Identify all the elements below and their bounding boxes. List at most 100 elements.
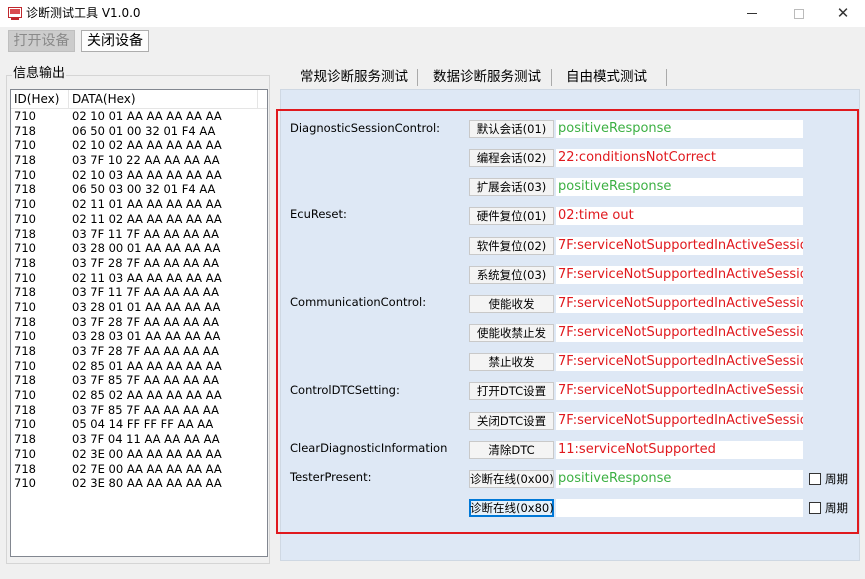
message-log-table[interactable]: ID(Hex) DATA(Hex) 710 02 10 01 AA AA AA A… [10,89,268,557]
table-row[interactable]: 710 02 85 02 AA AA AA AA AA [11,388,267,403]
periodic-checkbox-0x80[interactable] [809,502,821,514]
cell-id: 718 [14,373,36,388]
table-row[interactable]: 718 03 7F 28 7F AA AA AA AA [11,256,267,271]
cell-data: 02 3E 80 AA AA AA AA AA [72,476,222,491]
table-row[interactable]: 718 03 7F 10 22 AA AA AA AA [11,153,267,168]
cell-id: 710 [14,241,36,256]
cell-data: 03 7F 11 7F AA AA AA AA [72,226,219,241]
table-row[interactable]: 718 03 7F 11 7F AA AA AA AA [11,285,267,300]
tab-data-diagnostic[interactable]: 数据诊断服务测试 [433,67,541,87]
table-row[interactable]: 710 02 10 02 AA AA AA AA AA [11,138,267,153]
service-button[interactable]: 硬件复位(01) [469,207,554,225]
service-button[interactable]: 编程会话(02) [469,149,554,167]
service-button[interactable]: 打开DTC设置 [469,382,554,400]
cell-data: 03 7F 28 7F AA AA AA AA [72,255,219,270]
service-button[interactable]: 诊断在线(0x00) [469,470,554,488]
column-header-id[interactable]: ID(Hex) [14,91,59,107]
table-row[interactable]: 710 03 28 03 01 AA AA AA AA [11,329,267,344]
cell-id: 710 [14,329,36,344]
service-response-field: positiveResponse [556,120,803,138]
tab-general-diagnostic[interactable]: 常规诊断服务测试 [300,67,408,87]
service-button[interactable]: 系统复位(03) [469,266,554,284]
cell-id: 718 [14,226,36,241]
maximize-button[interactable] [777,0,821,27]
cell-data: 06 50 01 00 32 01 F4 AA [72,123,216,138]
service-button[interactable]: 禁止收发 [469,353,554,371]
close-device-button[interactable]: 关闭设备 [81,30,149,52]
service-button[interactable]: 清除DTC [469,441,554,459]
cell-data: 03 7F 28 7F AA AA AA AA [72,344,219,358]
cell-id: 710 [14,417,36,432]
table-row[interactable]: 718 03 7F 85 7F AA AA AA AA [11,403,267,418]
service-response-field [556,499,803,517]
service-button[interactable]: 软件复位(02) [469,237,554,255]
cell-id: 710 [14,446,36,461]
app-icon-stand [11,18,19,20]
close-icon: ✕ [836,4,850,22]
cell-id: 718 [14,461,36,476]
tab-free-mode[interactable]: 自由模式测试 [566,67,647,87]
cell-data: 02 85 01 AA AA AA AA AA [72,358,222,373]
table-row[interactable]: 710 03 28 01 01 AA AA AA AA [11,300,267,315]
service-response-field: 7F:serviceNotSupportedInActiveSession [556,353,803,371]
table-row[interactable]: 710 02 10 01 AA AA AA AA AA [11,109,267,124]
service-response-field: 7F:serviceNotSupportedInActiveSession [556,266,803,284]
cell-data: 02 11 02 AA AA AA AA AA [72,211,222,226]
column-divider[interactable] [68,90,69,108]
service-button[interactable]: 诊断在线(0x80) [469,499,554,517]
column-header-data[interactable]: DATA(Hex) [72,91,136,107]
tab-divider [666,69,667,86]
maximize-icon [794,8,804,19]
cell-data: 03 28 03 01 AA AA AA AA [72,329,221,344]
cell-data: 02 11 01 AA AA AA AA AA [72,197,222,212]
column-divider[interactable] [257,90,258,108]
table-row[interactable]: 718 03 7F 04 11 AA AA AA AA [11,432,267,447]
close-button[interactable]: ✕ [821,0,865,27]
table-row[interactable]: 710 02 85 01 AA AA AA AA AA [11,359,267,374]
table-row[interactable]: 710 02 3E 00 AA AA AA AA AA [11,447,267,462]
table-row[interactable]: 718 06 50 03 00 32 01 F4 AA [11,182,267,197]
cell-data: 05 04 14 FF FF FF AA AA [72,417,214,432]
open-device-button[interactable]: 打开设备 [8,30,75,52]
cell-data: 02 10 01 AA AA AA AA AA [72,109,222,123]
periodic-checkbox-0x00[interactable] [809,473,821,485]
table-row[interactable]: 718 03 7F 11 7F AA AA AA AA [11,227,267,242]
service-response-field: 22:conditionsNotCorrect [556,149,803,167]
cell-data: 02 7E 00 AA AA AA AA AA [72,461,222,476]
cell-id: 718 [14,402,36,417]
label-communication-control: CommunicationControl: [290,295,427,309]
cell-data: 06 50 03 00 32 01 F4 AA [72,182,216,197]
label-diagnostic-session-control: DiagnosticSessionControl: [290,121,441,135]
table-row[interactable]: 718 03 7F 28 7F AA AA AA AA [11,344,267,359]
table-row[interactable]: 710 02 11 01 AA AA AA AA AA [11,197,267,212]
table-row[interactable]: 710 02 11 03 AA AA AA AA AA [11,271,267,286]
service-button[interactable]: 关闭DTC设置 [469,412,554,430]
label-tester-present: TesterPresent: [290,470,372,484]
cell-data: 02 10 03 AA AA AA AA AA [72,167,222,182]
cell-id: 718 [14,314,36,329]
table-row[interactable]: 710 03 28 00 01 AA AA AA AA [11,241,267,256]
service-button[interactable]: 扩展会话(03) [469,178,554,196]
service-button[interactable]: 使能收禁止发 [469,324,554,342]
service-button[interactable]: 使能收发 [469,295,554,313]
cell-id: 718 [14,285,36,300]
table-row[interactable]: 718 03 7F 85 7F AA AA AA AA [11,373,267,388]
minimize-button[interactable] [730,0,774,27]
service-response-field: 7F:serviceNotSupportedInActiveSession [556,412,803,430]
service-button[interactable]: 默认会话(01) [469,120,554,138]
table-row[interactable]: 710 02 11 02 AA AA AA AA AA [11,212,267,227]
cell-data: 03 28 00 01 AA AA AA AA [72,241,221,256]
cell-data: 03 7F 04 11 AA AA AA AA [72,432,220,447]
table-row[interactable]: 718 06 50 01 00 32 01 F4 AA [11,124,267,139]
table-row[interactable]: 718 02 7E 00 AA AA AA AA AA [11,462,267,477]
service-response-field: 11:serviceNotSupported [556,441,803,459]
tab-divider [551,69,552,86]
table-row[interactable]: 710 05 04 14 FF FF FF AA AA [11,417,267,432]
cell-id: 710 [14,138,36,153]
table-row[interactable]: 710 02 10 03 AA AA AA AA AA [11,168,267,183]
table-row[interactable]: 710 02 3E 80 AA AA AA AA AA [11,476,267,491]
label-ecu-reset: EcuReset: [290,207,347,221]
cell-id: 710 [14,197,36,212]
cell-id: 710 [14,211,36,226]
table-row[interactable]: 718 03 7F 28 7F AA AA AA AA [11,315,267,330]
